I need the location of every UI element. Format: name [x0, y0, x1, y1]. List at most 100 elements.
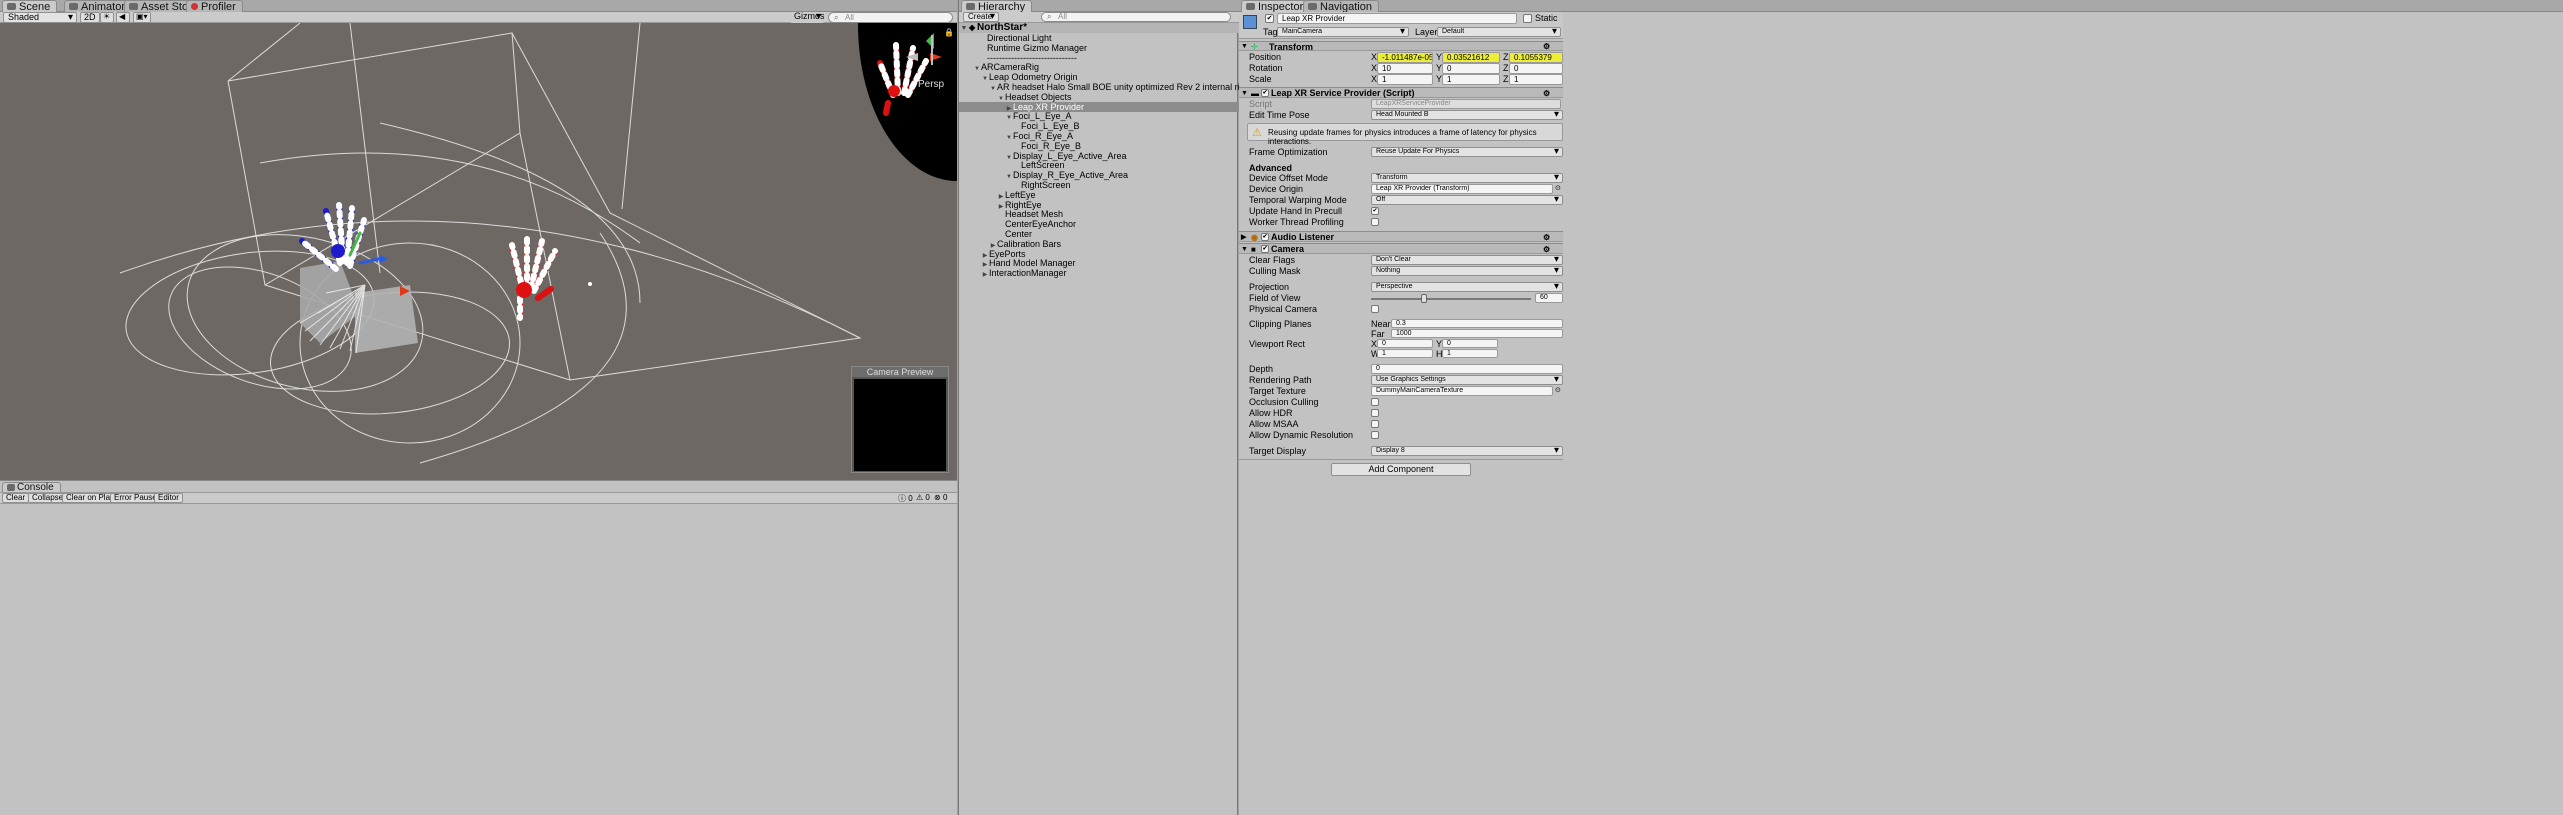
transform-header[interactable]: ▼ ⊹ Transform ⚙	[1239, 41, 1563, 52]
hierarchy-item[interactable]: ▶ InteractionManager	[959, 268, 1239, 278]
device-origin-field[interactable]: Leap XR Provider (Transform)	[1371, 184, 1553, 194]
tag-dropdown[interactable]: MainCamera	[1277, 27, 1409, 37]
vp-w-field[interactable]: 1	[1377, 349, 1433, 358]
hierarchy-item[interactable]: RightScreen	[959, 180, 1239, 190]
hierarchy-item[interactable]: ▼Headset Objects	[959, 92, 1239, 102]
hierarchy-item[interactable]: ▶ Leap XR Provider	[959, 101, 1239, 112]
physical-camera-checkbox[interactable]	[1371, 305, 1379, 313]
object-picker-icon[interactable]: ⊙	[1555, 184, 1561, 192]
audio-listener-header[interactable]: ▶ ◉ ✔ Audio Listener ⚙	[1239, 231, 1563, 242]
static-checkbox[interactable]	[1523, 14, 1532, 23]
lock-icon[interactable]: 🔒	[944, 28, 954, 37]
vp-y-field[interactable]: 0	[1442, 339, 1498, 348]
hierarchy-item[interactable]: ▶ RightEye	[959, 200, 1239, 210]
msaa-checkbox[interactable]	[1371, 420, 1379, 428]
hierarchy-scene-row[interactable]: ▼ ◆ NorthStar*	[959, 23, 1239, 33]
rotation-y-field[interactable]: 0	[1442, 63, 1500, 74]
vp-h-field[interactable]: 1	[1442, 349, 1498, 358]
mode-2d-button[interactable]: 2D	[80, 12, 100, 23]
lighting-toggle-icon[interactable]: ☀	[100, 12, 114, 23]
console-count-error[interactable]: ⊗ 0	[934, 493, 947, 502]
texture-picker-icon[interactable]: ⊙	[1555, 386, 1561, 394]
depth-field[interactable]: 0	[1371, 364, 1563, 374]
tab-profiler[interactable]: Profiler	[186, 0, 243, 13]
tab-navigation[interactable]: Navigation	[1303, 0, 1379, 13]
tab-animator[interactable]: Animator	[64, 0, 133, 13]
hierarchy-item[interactable]: Foci_L_Eye_B	[959, 121, 1239, 131]
console-count-log[interactable]: ⓘ 0	[898, 493, 913, 504]
vp-x-field[interactable]: 0	[1377, 339, 1433, 348]
fov-value-field[interactable]: 60	[1535, 293, 1563, 303]
rotation-x-field[interactable]: 10	[1377, 63, 1433, 74]
culling-mask-dropdown[interactable]: Nothing	[1371, 266, 1563, 276]
position-y-field[interactable]: 0.03521612	[1442, 52, 1500, 63]
effects-dropdown-icon[interactable]: ▣▾	[133, 12, 151, 23]
near-field[interactable]: 0.3	[1391, 319, 1563, 328]
hierarchy-item[interactable]: Directional Light	[959, 33, 1239, 43]
scale-x-field[interactable]: 1	[1377, 74, 1433, 85]
tab-scene[interactable]: Scene	[2, 0, 58, 13]
object-active-checkbox[interactable]: ✔	[1265, 14, 1274, 23]
hierarchy-item[interactable]: ▼ARCameraRig	[959, 62, 1239, 72]
device-offset-dropdown[interactable]: Transform	[1371, 173, 1563, 183]
hierarchy-item[interactable]: ▼Display_L_Eye_Active_Area	[959, 151, 1239, 161]
camera-enabled-checkbox[interactable]: ✔	[1261, 245, 1269, 253]
hierarchy-search-input[interactable]: All	[1041, 12, 1231, 22]
target-texture-field[interactable]: DummyMainCameraTexture	[1371, 386, 1553, 396]
update-hand-checkbox[interactable]: ✔	[1371, 207, 1379, 215]
audio-enabled-checkbox[interactable]: ✔	[1261, 233, 1269, 241]
occlusion-checkbox[interactable]	[1371, 398, 1379, 406]
provider-header[interactable]: ▼ ▬ ✔ Leap XR Service Provider (Script) …	[1239, 87, 1563, 98]
scene-search-input[interactable]: All	[828, 12, 953, 23]
hierarchy-item[interactable]: ▼Foci_L_Eye_A	[959, 111, 1239, 121]
fov-slider-thumb[interactable]	[1420, 294, 1427, 303]
transform-foldout-icon[interactable]: ▼	[1241, 42, 1248, 52]
hdr-checkbox[interactable]	[1371, 409, 1379, 417]
add-component-button[interactable]: Add Component	[1331, 463, 1471, 476]
hierarchy-item[interactable]: CenterEyeAnchor	[959, 219, 1239, 229]
frame-optimization-dropdown[interactable]: Reuse Update For Physics	[1371, 147, 1563, 157]
position-x-field[interactable]: -1.011487e-05	[1377, 52, 1433, 63]
rendering-path-dropdown[interactable]: Use Graphics Settings	[1371, 375, 1563, 385]
console-editor-dropdown[interactable]: Editor	[154, 493, 183, 503]
persp-label[interactable]: Persp	[918, 79, 944, 90]
hierarchy-item[interactable]: ▶ Calibration Bars	[959, 239, 1239, 249]
hierarchy-item[interactable]: ▼Display_R_Eye_Active_Area	[959, 170, 1239, 180]
edit-time-pose-dropdown[interactable]: Head Mounted B	[1371, 110, 1563, 120]
audio-foldout-icon[interactable]: ▶	[1241, 232, 1246, 243]
tab-inspector[interactable]: Inspector	[1241, 0, 1311, 13]
console-count-warning[interactable]: ⚠ 0	[916, 493, 930, 502]
audio-toggle-icon[interactable]: ◀	[116, 12, 130, 23]
dynres-checkbox[interactable]	[1371, 431, 1379, 439]
scale-z-field[interactable]: 1	[1509, 74, 1563, 85]
target-display-dropdown[interactable]: Display 8	[1371, 446, 1563, 456]
console-clear-button[interactable]: Clear	[2, 493, 30, 503]
shading-mode-dropdown[interactable]: Shaded	[3, 12, 77, 23]
camera-header[interactable]: ▼ ■ ✔ Camera ⚙	[1239, 243, 1563, 254]
transform-settings-icon[interactable]: ⚙	[1543, 42, 1550, 52]
hierarchy-item[interactable]: ▼Foci_R_Eye_A	[959, 131, 1239, 141]
audio-settings-icon[interactable]: ⚙	[1543, 232, 1550, 243]
gizmos-dropdown[interactable]: Gizmos	[790, 12, 824, 23]
hierarchy-create-dropdown[interactable]: Create	[963, 12, 999, 22]
script-field[interactable]: LeapXRServiceProvider	[1371, 99, 1561, 109]
temporal-warping-dropdown[interactable]: Off	[1371, 195, 1563, 205]
hierarchy-item[interactable]: ------------------------------	[959, 53, 1239, 63]
worker-thread-checkbox[interactable]	[1371, 218, 1379, 226]
object-name-field[interactable]: Leap XR Provider	[1277, 13, 1517, 24]
hierarchy-item[interactable]: Center	[959, 229, 1239, 239]
hierarchy-item[interactable]: ▶ Hand Model Manager	[959, 258, 1239, 268]
tab-console[interactable]: Console	[2, 482, 61, 493]
hierarchy-item[interactable]: Headset Mesh	[959, 209, 1239, 219]
scene-viewport[interactable]: Persp 🔒 Camera Preview	[0, 23, 957, 480]
rotation-z-field[interactable]: 0	[1509, 63, 1563, 74]
far-field[interactable]: 1000	[1391, 329, 1563, 338]
hierarchy-item[interactable]: ▼Leap Odometry Origin	[959, 72, 1239, 82]
layer-dropdown[interactable]: Default	[1437, 27, 1561, 37]
provider-settings-icon[interactable]: ⚙	[1543, 88, 1550, 99]
position-z-field[interactable]: 0.1055379	[1509, 52, 1563, 63]
tab-hierarchy[interactable]: Hierarchy	[961, 0, 1033, 13]
provider-enabled-checkbox[interactable]: ✔	[1261, 89, 1269, 97]
hierarchy-item[interactable]: Foci_R_Eye_B	[959, 141, 1239, 151]
fov-slider-track[interactable]	[1371, 298, 1531, 300]
